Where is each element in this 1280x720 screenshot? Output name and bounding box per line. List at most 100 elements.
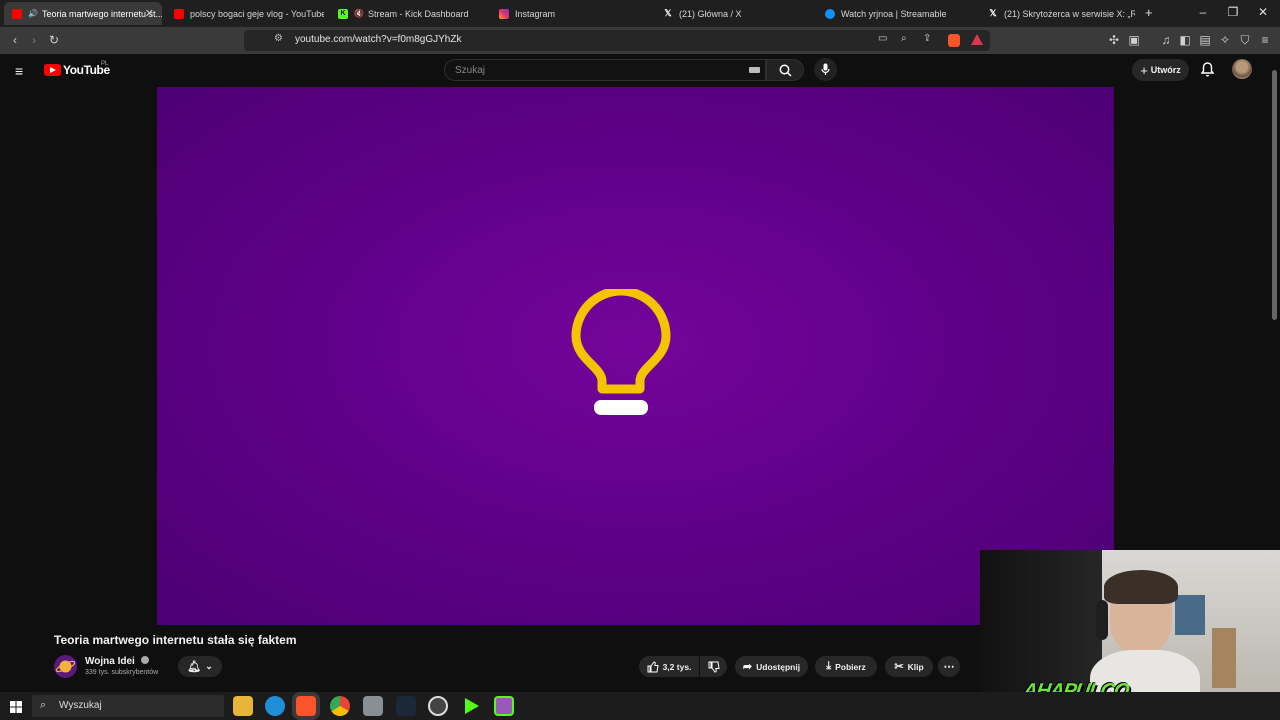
site-info-icon[interactable]: ⚙ bbox=[274, 33, 283, 44]
x-icon: 𝕏 bbox=[989, 8, 997, 18]
sidebar-icon[interactable]: ◧ bbox=[1177, 32, 1193, 48]
headset-icon bbox=[1096, 600, 1108, 640]
browser-tab[interactable]: Instagram bbox=[491, 2, 649, 25]
extensions-icon[interactable]: ✣ bbox=[1106, 32, 1122, 48]
obs-icon[interactable] bbox=[428, 696, 448, 716]
video-title: Teoria martwego internetu stała się fakt… bbox=[54, 633, 297, 647]
screenshot-icon[interactable]: ▣ bbox=[1126, 32, 1142, 48]
share-page-icon[interactable]: ⇪ bbox=[923, 33, 931, 44]
close-tab-icon[interactable]: ✕ bbox=[145, 7, 154, 20]
chevron-down-icon: ⌄ bbox=[205, 661, 213, 671]
wallet-icon[interactable]: ▤ bbox=[1197, 32, 1213, 48]
tab-title: Instagram bbox=[515, 8, 556, 19]
like-count: 3,2 tys. bbox=[662, 661, 692, 672]
instagram-icon bbox=[499, 8, 509, 19]
share-icon: ➦ bbox=[742, 661, 753, 673]
speaker-icon: 🔊 bbox=[28, 9, 38, 18]
share-button[interactable]: ➦ Udostępnij bbox=[735, 656, 808, 677]
share-label: Udostępnij bbox=[756, 661, 801, 672]
search-placeholder: Szukaj bbox=[455, 65, 486, 76]
browser-tab[interactable]: polscy bogaci geje vlog - YouTube bbox=[166, 2, 324, 25]
youtube-logo-icon[interactable] bbox=[44, 64, 61, 76]
dislike-button[interactable] bbox=[700, 656, 727, 677]
clip-button[interactable]: ✂ Klip bbox=[885, 656, 933, 677]
tab-title: Stream - Kick Dashboard bbox=[367, 8, 469, 19]
search-button[interactable] bbox=[766, 59, 804, 81]
subscriber-count: 339 tys. subskrybentów bbox=[85, 669, 159, 676]
clip-label: Klip bbox=[907, 661, 924, 672]
reload-icon[interactable]: ↻ bbox=[46, 32, 62, 48]
shelf-image bbox=[1212, 628, 1236, 688]
browser-tab[interactable]: K 🔇 Stream - Kick Dashboard bbox=[330, 2, 488, 25]
plus-icon: + bbox=[1140, 62, 1148, 78]
app-icon[interactable] bbox=[363, 696, 383, 716]
address-bar[interactable]: ⚙ youtube.com/watch?v=f0m8gGJYhZk ▭ ⌕ ⇪ bbox=[244, 30, 990, 51]
scrollbar-thumb[interactable] bbox=[1272, 70, 1277, 320]
browser-tab[interactable]: Watch yrjnoa | Streamable bbox=[817, 2, 975, 25]
close-window-icon[interactable]: ✕ bbox=[1248, 5, 1278, 19]
download-icon: ⤓ bbox=[826, 660, 832, 672]
create-button[interactable]: + Utwórz bbox=[1132, 59, 1189, 81]
leo-ai-icon[interactable]: ✧ bbox=[1217, 32, 1233, 48]
media-icon[interactable]: ♫ bbox=[1158, 32, 1174, 48]
user-avatar[interactable] bbox=[1232, 59, 1252, 79]
notifications-bell-icon[interactable] bbox=[1200, 62, 1215, 82]
zoom-icon[interactable]: ⌕ bbox=[901, 33, 907, 44]
lightbulb-icon bbox=[571, 289, 671, 415]
taskbar-search[interactable]: ⌕ Wyszukaj bbox=[32, 695, 224, 717]
create-label: Utwórz bbox=[1150, 65, 1181, 75]
menu-icon[interactable]: ≡ bbox=[1257, 32, 1273, 48]
download-button[interactable]: ⤓ Pobierz bbox=[815, 656, 877, 677]
poster-image bbox=[1175, 595, 1205, 635]
verified-icon bbox=[140, 656, 149, 664]
more-actions-button[interactable]: ⋯ bbox=[938, 656, 960, 677]
windows-start-icon[interactable] bbox=[10, 700, 22, 718]
search-icon: ⌕ bbox=[40, 699, 47, 711]
kick-icon[interactable] bbox=[465, 698, 479, 714]
download-label: Pobierz bbox=[835, 661, 866, 672]
tab-title: (21) Główna / X bbox=[679, 8, 742, 19]
browser-tab[interactable]: 🔊 Teoria martwego internetu st... ✕ bbox=[4, 2, 162, 25]
new-tab-button[interactable]: + bbox=[1145, 5, 1153, 20]
tab-title: polscy bogaci geje vlog - YouTube bbox=[190, 8, 324, 19]
brave-rewards-icon[interactable] bbox=[971, 34, 983, 45]
channel-name-text: Wojna Idei bbox=[85, 656, 135, 667]
kick-icon: K bbox=[338, 8, 348, 19]
browser-toolbar: ‹ › ↻ ⚙ youtube.com/watch?v=f0m8gGJYhZk … bbox=[0, 27, 1280, 54]
brave-icon[interactable] bbox=[296, 696, 316, 716]
microphone-icon bbox=[821, 63, 830, 75]
steam-icon[interactable] bbox=[396, 696, 416, 716]
more-icon: ⋯ bbox=[943, 661, 955, 673]
x-icon: 𝕏 bbox=[664, 8, 672, 18]
person-hair bbox=[1104, 570, 1178, 604]
vpn-icon[interactable]: ⛉ bbox=[1237, 32, 1253, 48]
edge-icon[interactable] bbox=[265, 696, 285, 716]
chrome-icon[interactable] bbox=[330, 696, 350, 716]
keyboard-icon[interactable] bbox=[749, 67, 760, 73]
channel-logo-icon bbox=[55, 660, 76, 673]
browser-tab[interactable]: 𝕏 (21) Skrytożerca w serwisie X: „Rzigo bbox=[980, 2, 1135, 25]
like-button[interactable]: 3,2 tys. bbox=[639, 656, 699, 677]
browser-tab[interactable]: 𝕏 (21) Główna / X bbox=[655, 2, 813, 25]
file-explorer-icon[interactable] bbox=[233, 696, 253, 716]
search-input[interactable]: Szukaj bbox=[444, 59, 766, 81]
restore-icon[interactable]: ❐ bbox=[1218, 5, 1248, 19]
youtube-icon bbox=[174, 8, 184, 19]
subscribed-notifications-button[interactable]: 🔔︎ ⌄ bbox=[178, 656, 222, 677]
brave-shields-icon[interactable] bbox=[948, 34, 960, 47]
browser-tab-strip: 🔊 Teoria martwego internetu st... ✕ pols… bbox=[0, 0, 1280, 27]
muted-icon: 🔇 bbox=[354, 9, 364, 18]
chatterino-icon[interactable] bbox=[494, 696, 514, 716]
region-code: PL bbox=[101, 61, 109, 67]
cast-icon[interactable]: ▭ bbox=[878, 33, 887, 44]
scissors-icon: ✂ bbox=[894, 661, 904, 673]
forward-icon[interactable]: › bbox=[26, 32, 42, 48]
channel-avatar[interactable] bbox=[54, 655, 77, 678]
minimize-icon[interactable]: – bbox=[1188, 5, 1218, 19]
voice-search-button[interactable] bbox=[814, 58, 837, 81]
thumbs-up-icon bbox=[647, 660, 659, 672]
video-player[interactable] bbox=[157, 87, 1114, 625]
channel-name[interactable]: Wojna Idei bbox=[85, 656, 149, 667]
hamburger-menu-icon[interactable]: ≡ bbox=[15, 63, 23, 79]
back-icon[interactable]: ‹ bbox=[7, 32, 23, 48]
